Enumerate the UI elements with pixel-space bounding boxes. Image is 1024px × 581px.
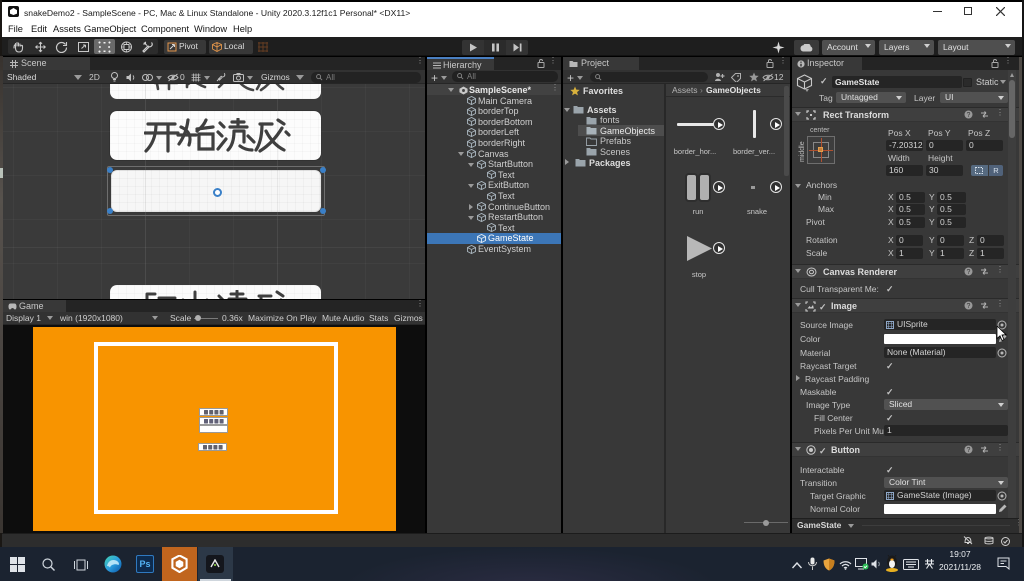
svg-text:?: ? (967, 112, 971, 119)
svg-text:?: ? (967, 447, 971, 454)
svg-text:?: ? (967, 303, 971, 310)
svg-text:?: ? (967, 269, 971, 276)
